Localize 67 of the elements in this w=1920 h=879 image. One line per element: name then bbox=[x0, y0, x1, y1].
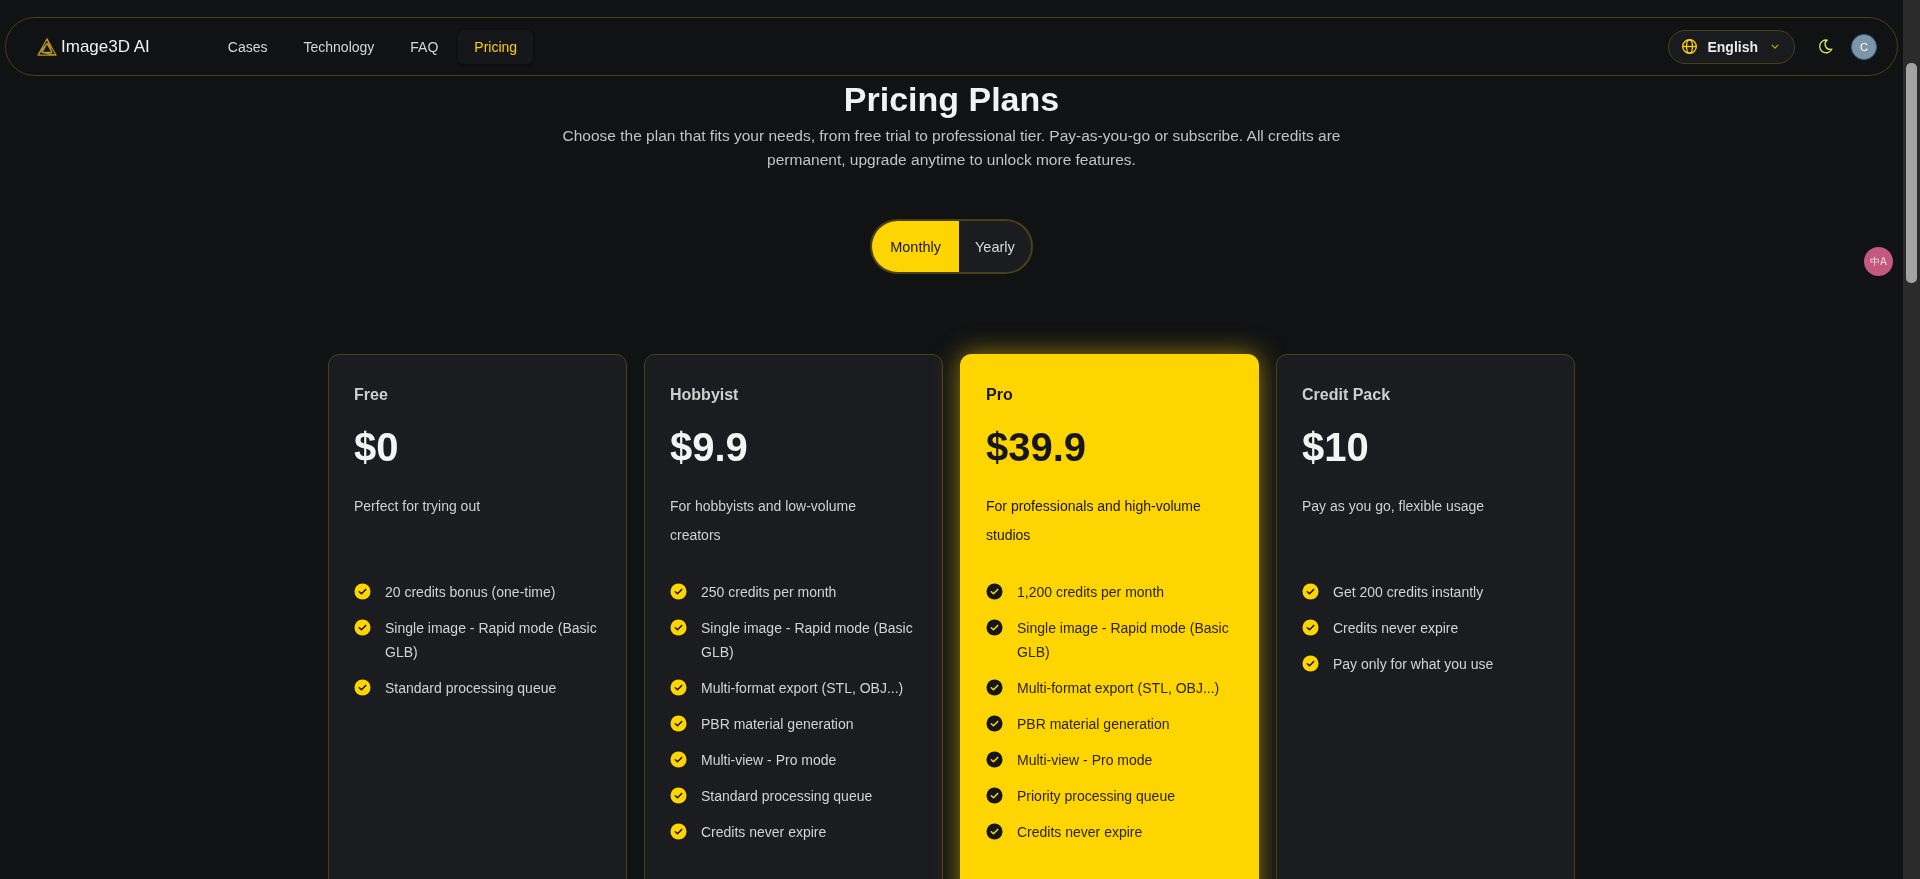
feature-text: Credits never expire bbox=[1333, 619, 1459, 638]
plan-description: For professionals and high-volume studios bbox=[986, 497, 1202, 545]
plan-price: $0 bbox=[354, 424, 400, 471]
plan-price: $39.9 bbox=[986, 424, 1088, 471]
language-dropdown[interactable]: English bbox=[1668, 29, 1795, 64]
page-subtitle: Choose the plan that fits your needs, from free trial to professional tier. Pay-as-you-go or subscribe. All credits are permanent, upgrade anytime to unlock more features. bbox=[561, 126, 1342, 170]
nav-link[interactable]: Pricing bbox=[458, 29, 534, 64]
feature-text: Credits never expire bbox=[1017, 823, 1143, 842]
feature-text: Priority processing queue bbox=[1017, 787, 1175, 806]
plan-description: Pay as you go, flexible usage bbox=[1302, 497, 1486, 516]
nav-link[interactable]: Cases bbox=[211, 29, 284, 64]
billing-option[interactable]: Monthly bbox=[872, 221, 959, 272]
feature-text: Standard processing queue bbox=[385, 679, 557, 698]
nav-link[interactable]: Technology bbox=[287, 29, 391, 64]
plan-name: Hobbyist bbox=[670, 385, 740, 405]
plan-description: Perfect for trying out bbox=[354, 497, 482, 516]
billing-option[interactable]: Yearly bbox=[959, 221, 1031, 272]
check-circle-icon bbox=[986, 715, 1003, 732]
plan-name: Free bbox=[354, 385, 389, 405]
check-circle-icon bbox=[986, 823, 1003, 840]
feature-text: 1,200 credits per month bbox=[1017, 583, 1165, 602]
globe-icon bbox=[1681, 38, 1699, 55]
feature-text: 250 credits per month bbox=[701, 583, 837, 602]
check-circle-icon bbox=[986, 751, 1003, 768]
feature-text: Multi-format export (STL, OBJ...) bbox=[701, 679, 904, 698]
feature-text: Multi-view - Pro mode bbox=[701, 751, 837, 770]
feature-text: Single image - Rapid mode (Basic GLB) bbox=[385, 619, 598, 662]
check-circle-icon bbox=[670, 679, 687, 696]
check-circle-icon bbox=[1302, 655, 1319, 672]
scrollbar[interactable] bbox=[1903, 0, 1920, 879]
check-circle-icon bbox=[354, 679, 371, 696]
check-circle-icon bbox=[986, 619, 1003, 636]
feature-text: Get 200 credits instantly bbox=[1333, 583, 1484, 602]
triangle-logo-icon bbox=[36, 36, 58, 57]
check-circle-icon bbox=[986, 787, 1003, 804]
chevron-down-icon bbox=[1771, 44, 1779, 49]
feature-text: Standard processing queue bbox=[701, 787, 873, 806]
check-circle-icon bbox=[670, 619, 687, 636]
check-circle-icon bbox=[670, 583, 687, 600]
feature-text: Single image - Rapid mode (Basic GLB) bbox=[1017, 619, 1230, 662]
plan-name: Pro bbox=[986, 385, 1014, 405]
feature-text: Multi-view - Pro mode bbox=[1017, 751, 1153, 770]
plan-description: For hobbyists and low-volume creators bbox=[670, 497, 857, 545]
check-circle-icon bbox=[670, 751, 687, 768]
feature-text: Single image - Rapid mode (Basic GLB) bbox=[701, 619, 914, 662]
check-circle-icon bbox=[986, 583, 1003, 600]
logo-text[interactable]: Image3D AI bbox=[61, 36, 150, 57]
check-circle-icon bbox=[986, 679, 1003, 696]
check-circle-icon bbox=[670, 715, 687, 732]
plan-price: $9.9 bbox=[670, 424, 749, 471]
check-circle-icon bbox=[670, 823, 687, 840]
plan-name: Credit Pack bbox=[1302, 385, 1392, 405]
feature-text: Credits never expire bbox=[701, 823, 827, 842]
nav-link[interactable]: FAQ bbox=[394, 29, 455, 64]
feature-text: PBR material generation bbox=[701, 715, 854, 734]
feature-text: PBR material generation bbox=[1017, 715, 1170, 734]
check-circle-icon bbox=[1302, 583, 1319, 600]
check-circle-icon bbox=[1302, 619, 1319, 636]
plan-price: $10 bbox=[1302, 424, 1370, 471]
feature-text: Multi-format export (STL, OBJ...) bbox=[1017, 679, 1220, 698]
feature-text: Pay only for what you use bbox=[1333, 655, 1494, 674]
check-circle-icon bbox=[354, 583, 371, 600]
check-circle-icon bbox=[670, 787, 687, 804]
moon-icon[interactable] bbox=[1817, 38, 1834, 55]
check-circle-icon bbox=[354, 619, 371, 636]
feature-text: 20 credits bonus (one-time) bbox=[385, 583, 556, 602]
page-title: Pricing Plans bbox=[843, 80, 1060, 118]
